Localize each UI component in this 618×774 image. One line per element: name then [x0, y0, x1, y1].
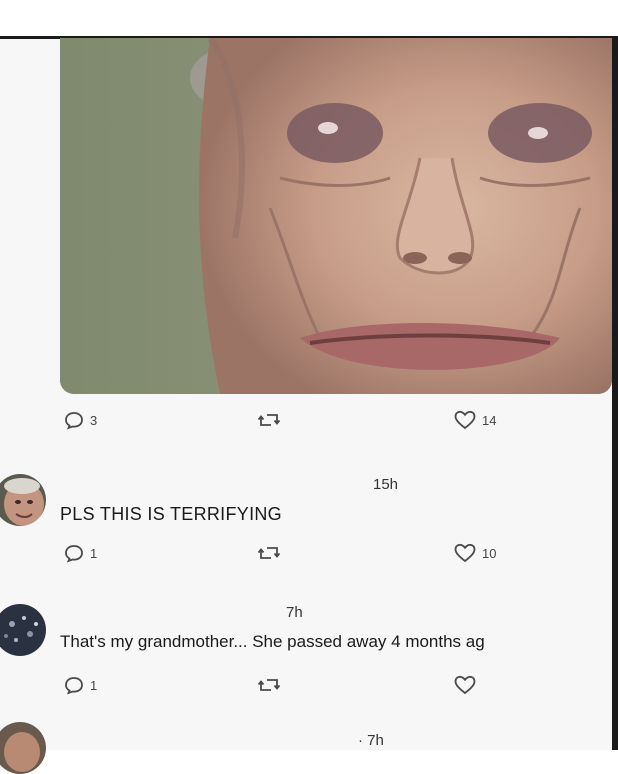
- reply-button[interactable]: 1: [64, 543, 97, 563]
- comment-timestamp: 15h: [373, 476, 399, 493]
- like-button[interactable]: 10: [454, 543, 496, 563]
- heart-icon: [454, 543, 476, 563]
- comment-timestamp: · 7h: [358, 732, 384, 749]
- repost-icon: [258, 547, 280, 559]
- repost-button[interactable]: [258, 543, 280, 563]
- reply-icon: [65, 545, 83, 563]
- reply-count: 1: [90, 677, 98, 693]
- heart-icon: [454, 410, 476, 430]
- comment-actions: 1: [60, 675, 530, 705]
- reply-icon: [65, 412, 83, 430]
- comment-actions: 1 10: [60, 543, 530, 573]
- like-button[interactable]: 14: [454, 410, 496, 430]
- frame-border: [612, 38, 618, 750]
- like-button[interactable]: [454, 675, 482, 695]
- repost-button[interactable]: [258, 675, 280, 695]
- heart-icon: [454, 675, 476, 695]
- avatar[interactable]: [0, 722, 46, 774]
- post-photo[interactable]: [60, 38, 612, 394]
- like-count: 10: [482, 545, 497, 561]
- repost-icon: [258, 679, 280, 691]
- comment-text: PLS THIS IS TERRIFYING: [60, 504, 282, 524]
- comment-timestamp: 7h: [286, 604, 303, 621]
- repost-icon: [258, 414, 280, 426]
- reply-button[interactable]: 3: [64, 410, 97, 430]
- post-actions: 3 14: [60, 410, 530, 440]
- like-count: 14: [482, 412, 497, 428]
- reply-icon: [65, 677, 83, 695]
- reply-count: 1: [90, 545, 98, 561]
- reply-button[interactable]: 1: [64, 675, 97, 695]
- repost-button[interactable]: [258, 410, 280, 430]
- comment-text: That's my grandmother... She passed away…: [60, 632, 485, 651]
- reply-count: 3: [90, 412, 98, 428]
